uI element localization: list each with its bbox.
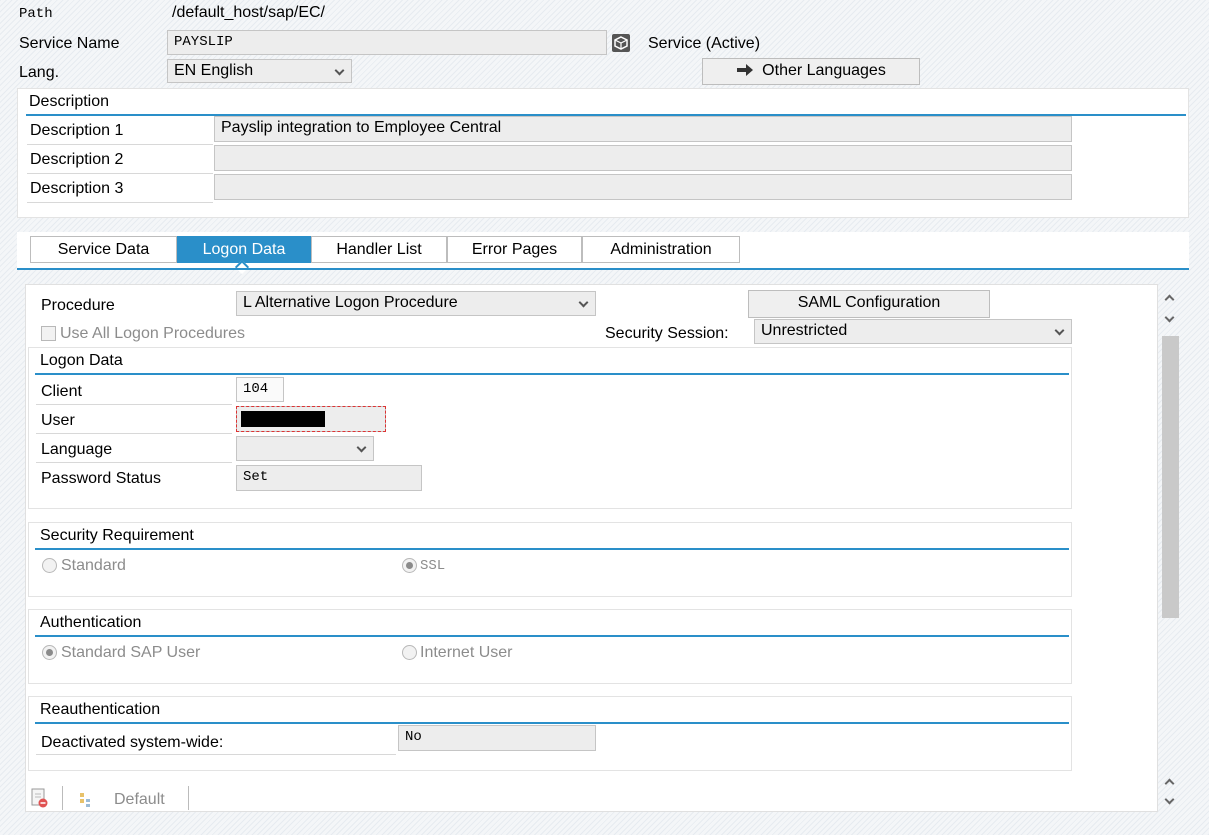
lang-select[interactable]: EN English — [167, 59, 352, 83]
chevron-down-icon — [1054, 325, 1065, 336]
default-button[interactable]: Default — [79, 790, 165, 810]
internet-user-radio[interactable] — [402, 645, 417, 660]
other-languages-button[interactable]: Other Languages — [702, 58, 920, 85]
password-status-label: Password Status — [41, 470, 162, 487]
chevron-down-icon — [334, 65, 345, 76]
deactivated-system-wide-field[interactable]: No — [398, 725, 596, 751]
standard-radio[interactable] — [42, 558, 57, 573]
security-session-label: Security Session: — [605, 325, 729, 342]
tab-underline — [17, 268, 1189, 270]
standard-sap-user-radio[interactable] — [42, 645, 57, 660]
tab-handler-list[interactable]: Handler List — [311, 236, 447, 263]
other-languages-label: Other Languages — [762, 62, 886, 79]
authentication-title: Authentication — [40, 614, 142, 631]
description-1-field[interactable]: Payslip integration to Employee Central — [214, 116, 1072, 142]
toolbar-separator — [188, 786, 189, 810]
path-value: /default_host/sap/EC/ — [172, 4, 325, 21]
user-field[interactable] — [236, 406, 386, 432]
use-all-logon-procedures-checkbox[interactable] — [41, 326, 56, 341]
chevron-down-icon — [356, 442, 367, 453]
toolbar-separator — [62, 786, 63, 810]
default-label: Default — [114, 791, 165, 808]
lang-label: Lang. — [19, 64, 60, 81]
row-divider — [27, 173, 213, 174]
security-requirement-title: Security Requirement — [40, 527, 194, 544]
security-session-value: Unrestricted — [761, 322, 848, 339]
row-divider — [27, 202, 213, 203]
lang-select-value: EN English — [174, 62, 254, 79]
internet-user-label: Internet User — [420, 644, 513, 661]
chevron-up-icon[interactable] — [1164, 778, 1175, 789]
language-select[interactable] — [236, 436, 374, 461]
procedure-select[interactable]: L Alternative Logon Procedure — [236, 291, 596, 316]
authentication-divider — [35, 635, 1069, 637]
chevron-up-icon[interactable] — [1164, 294, 1175, 305]
path-label: Path — [19, 6, 53, 22]
hierarchy-icon — [80, 793, 90, 807]
vertical-scrollbar[interactable] — [1160, 284, 1180, 812]
ssl-radio-label: SSL — [420, 558, 446, 574]
chevron-down-icon[interactable] — [1164, 312, 1175, 323]
service-object-icon[interactable] — [612, 34, 630, 52]
tab-error-pages[interactable]: Error Pages — [447, 236, 582, 263]
description-3-label: Description 3 — [30, 180, 124, 197]
language-label: Language — [41, 441, 113, 458]
user-label: User — [41, 412, 75, 429]
procedure-value: L Alternative Logon Procedure — [243, 294, 458, 311]
procedure-label: Procedure — [41, 297, 115, 314]
description-2-field[interactable] — [214, 145, 1072, 171]
scrollbar-thumb[interactable] — [1162, 336, 1179, 618]
password-status-field[interactable]: Set — [236, 465, 422, 491]
deactivated-system-wide-label: Deactivated system-wide: — [41, 734, 224, 751]
client-label: Client — [41, 383, 82, 400]
description-3-field[interactable] — [214, 174, 1072, 200]
reauthentication-title: Reauthentication — [40, 701, 161, 718]
description-group-title: Description — [29, 93, 110, 110]
chevron-down-icon[interactable] — [1164, 794, 1175, 805]
row-divider — [36, 462, 232, 463]
row-divider — [36, 433, 232, 434]
service-name-field[interactable]: PAYSLIP — [167, 30, 607, 55]
tab-service-data[interactable]: Service Data — [30, 236, 177, 263]
arrow-right-icon — [737, 64, 754, 76]
row-divider — [36, 754, 396, 755]
reauthentication-divider — [35, 722, 1069, 724]
logon-data-divider — [35, 373, 1069, 375]
delete-document-icon[interactable] — [30, 787, 48, 809]
standard-sap-user-label: Standard SAP User — [61, 644, 201, 661]
ssl-radio[interactable] — [402, 558, 417, 573]
row-divider — [27, 144, 213, 145]
service-status: Service (Active) — [648, 35, 761, 52]
chevron-down-icon — [578, 297, 589, 308]
security-session-select[interactable]: Unrestricted — [754, 319, 1072, 344]
standard-radio-label: Standard — [61, 557, 126, 574]
description-2-label: Description 2 — [30, 151, 124, 168]
row-divider — [36, 404, 232, 405]
description-1-label: Description 1 — [30, 122, 124, 139]
logon-data-group: Logon Data — [28, 347, 1072, 509]
redaction-box — [241, 411, 325, 427]
tab-logon-data[interactable]: Logon Data — [177, 236, 311, 263]
logon-data-title: Logon Data — [40, 352, 123, 369]
saml-configuration-button[interactable]: SAML Configuration — [748, 290, 990, 318]
security-requirement-group: Security Requirement — [28, 522, 1072, 597]
service-name-label: Service Name — [19, 35, 120, 52]
tab-administration[interactable]: Administration — [582, 236, 740, 263]
client-field[interactable]: 104 — [236, 377, 284, 402]
use-all-logon-procedures-label: Use All Logon Procedures — [60, 325, 245, 342]
security-requirement-divider — [35, 548, 1069, 550]
